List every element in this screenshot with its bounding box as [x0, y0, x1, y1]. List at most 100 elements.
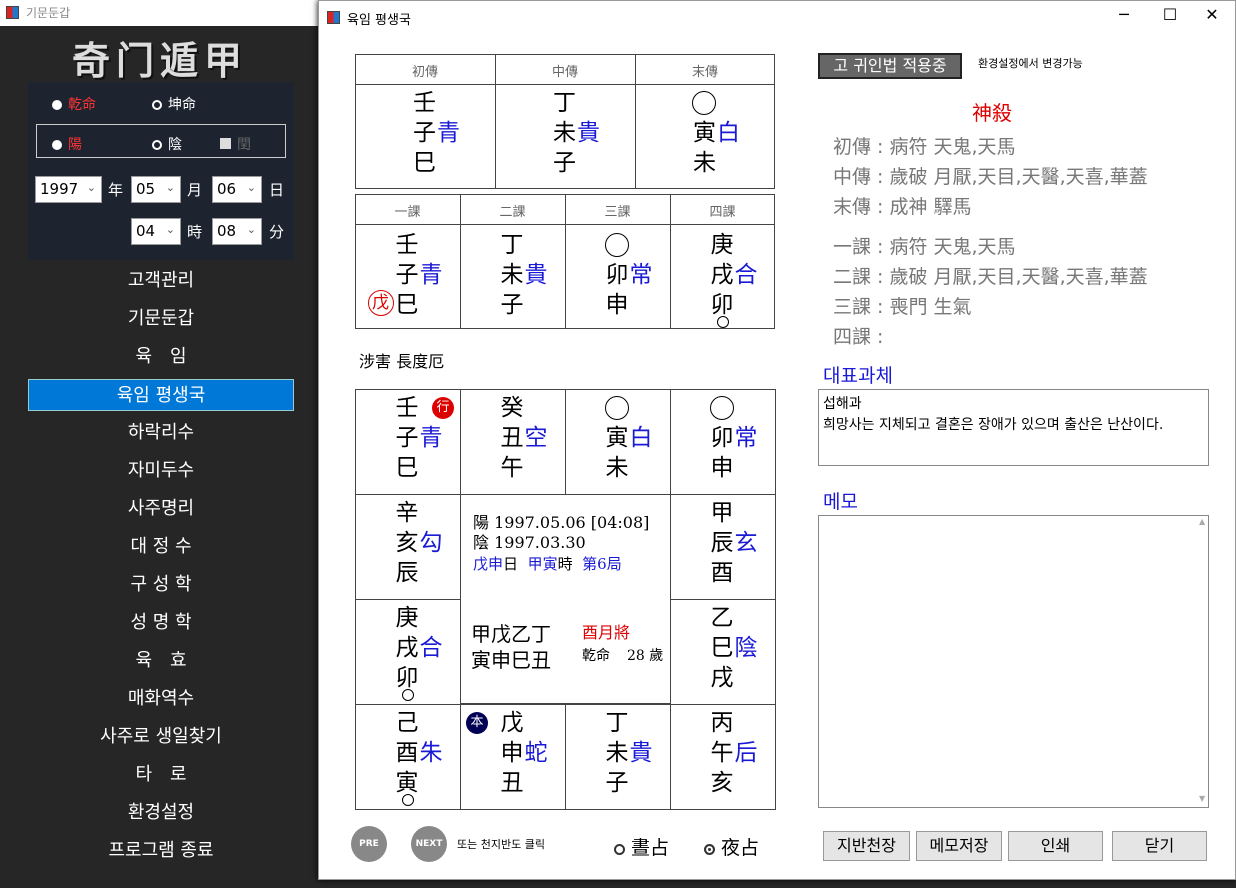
char-general: 勾 — [419, 530, 443, 556]
char-line3: 未 — [693, 150, 716, 176]
main-window: 육임 평생국 ─ ☐ ✕ 初傳壬子青巳中傳丁未貴子末傳寅白未 一課壬子青巳戊二課… — [318, 0, 1236, 880]
menu-item[interactable]: 프로그램 종료 — [28, 835, 294, 867]
leap-checkbox[interactable]: 閏 — [220, 134, 251, 154]
day-select[interactable]: 06 ⌄ — [212, 176, 262, 203]
day-divination-radio[interactable]: 晝占 — [614, 833, 669, 860]
char-line1: 甲 — [710, 500, 734, 526]
minute-label: 分 — [269, 223, 285, 241]
save-memo-button[interactable]: 메모저장 — [916, 831, 1002, 861]
char-line2: 卯 — [710, 425, 734, 451]
menu-item[interactable]: 매화역수 — [28, 683, 294, 715]
tianpan-button[interactable]: 지반천장 — [823, 831, 910, 861]
memo-textarea[interactable] — [818, 515, 1209, 808]
hour-select[interactable]: 04 ⌄ — [131, 218, 181, 245]
scroll-down-icon[interactable]: ▼ — [1199, 794, 1205, 803]
menu-item[interactable]: 구 성 학 — [28, 569, 294, 601]
shensha-line: 四課 : — [833, 326, 884, 348]
char-line1: 己 — [395, 710, 419, 736]
char-line1: 庚 — [710, 232, 734, 258]
night-divination-radio[interactable]: 夜占 — [704, 833, 759, 860]
menu-item[interactable]: 사주로 생일찾기 — [28, 721, 294, 753]
print-button[interactable]: 인쇄 — [1008, 831, 1103, 861]
char-line2: 午 — [710, 740, 734, 766]
radio-off-icon — [152, 140, 162, 150]
maximize-button[interactable]: ☐ — [1147, 5, 1193, 29]
char-line2: 辰 — [710, 530, 734, 556]
minimize-button[interactable]: ─ — [1101, 5, 1147, 29]
void-circle-icon — [604, 396, 629, 420]
shensha-line: 初傳 : 病符 天鬼,天馬 — [833, 136, 1016, 158]
scroll-up-icon[interactable]: ▲ — [1199, 517, 1205, 526]
month-general: 酉月將 — [582, 623, 631, 642]
board-hint: 또는 천지반도 클릭 — [457, 838, 545, 851]
small-circle-icon — [716, 316, 729, 328]
year-label: 年 — [108, 181, 124, 199]
char-line1: 丁 — [500, 232, 524, 258]
radio-on-icon — [704, 844, 715, 855]
pattern-text: 涉害 長度厄 — [359, 352, 445, 371]
char-general: 青 — [419, 425, 443, 451]
menu-item[interactable]: 환경설정 — [28, 797, 294, 829]
char-general: 蛇 — [524, 740, 548, 766]
close-dialog-button[interactable]: 닫기 — [1112, 831, 1207, 861]
char-line2: 巳 — [710, 635, 734, 661]
menu-item[interactable]: 고객관리 — [28, 265, 294, 297]
void-circle-icon — [604, 233, 629, 257]
char-general: 陰 — [734, 635, 758, 661]
char-line3: 子 — [553, 150, 576, 176]
char-line1: 丙 — [710, 710, 734, 736]
menu-item[interactable]: 타 로 — [28, 759, 294, 791]
char-general: 合 — [419, 635, 443, 661]
sike-header: 三課 — [604, 205, 631, 220]
male-radio[interactable]: 乾命 — [52, 94, 96, 114]
noble-method-button[interactable]: 고 귀인법 적용중 — [818, 53, 962, 79]
char-line2: 丑 — [500, 425, 524, 451]
hour-label: 時 — [187, 223, 203, 241]
lunar-date: 陰 1997.03.30 — [473, 533, 586, 552]
close-button[interactable]: ✕ — [1189, 5, 1235, 29]
checkbox-icon — [220, 138, 231, 149]
char-line3: 申 — [710, 455, 734, 481]
female-radio[interactable]: 坤命 — [152, 94, 196, 114]
menu-item[interactable]: 자미두수 — [28, 455, 294, 487]
memo-title: 메모 — [823, 491, 858, 513]
char-line3: 子 — [605, 770, 629, 796]
day-label: 日 — [269, 181, 285, 199]
menu-item[interactable]: 육 임 — [28, 341, 294, 373]
char-line2: 寅 — [605, 425, 629, 451]
radio-off-icon — [152, 100, 162, 110]
char-general: 青 — [419, 262, 443, 288]
sike-header: 二課 — [499, 205, 526, 220]
shensha-line: 二課 : 歲破 月厭,天目,天醫,天喜,華蓋 — [833, 266, 1148, 288]
badge: 本 — [466, 712, 488, 734]
char-general: 青 — [437, 120, 460, 146]
char-general: 貴 — [524, 262, 548, 288]
menu-item[interactable]: 대 정 수 — [28, 531, 294, 563]
year-select[interactable]: 1997 ⌄ — [35, 176, 102, 203]
char-general: 后 — [734, 740, 758, 766]
yang-radio[interactable]: 陽 — [52, 134, 82, 154]
menu-item[interactable]: 사주명리 — [28, 493, 294, 525]
next-button[interactable]: NEXT — [411, 826, 447, 862]
sike-header: 一課 — [394, 205, 421, 220]
char-general: 空 — [524, 425, 548, 451]
char-line1: 庚 — [395, 605, 419, 631]
minute-select[interactable]: 08 ⌄ — [212, 218, 262, 245]
window-title: 육임 평생국 — [347, 13, 411, 28]
shensha-line: 中傳 : 歲破 月厭,天目,天醫,天喜,華蓋 — [833, 166, 1148, 188]
yin-radio[interactable]: 陰 — [152, 134, 182, 154]
sike-header: 四課 — [709, 205, 736, 220]
char-line1: 乙 — [710, 605, 734, 631]
month-select[interactable]: 05 ⌄ — [131, 176, 181, 203]
menu-item[interactable]: 기문둔갑 — [28, 303, 294, 335]
menu-item[interactable]: 성 명 학 — [28, 607, 294, 639]
task-textbox[interactable]: 섭해과 희망사는 지체되고 결혼은 장애가 있으며 출산은 난산이다. — [818, 389, 1209, 466]
menu-item[interactable]: 육임 평생국 — [28, 379, 294, 411]
char-line3: 戌 — [710, 665, 734, 691]
menu-item[interactable]: 육 효 — [28, 645, 294, 677]
pre-button[interactable]: PRE — [351, 826, 387, 862]
chevron-down-icon: ⌄ — [165, 223, 175, 236]
char-general: 常 — [734, 425, 758, 451]
menu-item[interactable]: 하락리수 — [28, 417, 294, 449]
char-line3: 申 — [605, 292, 629, 318]
